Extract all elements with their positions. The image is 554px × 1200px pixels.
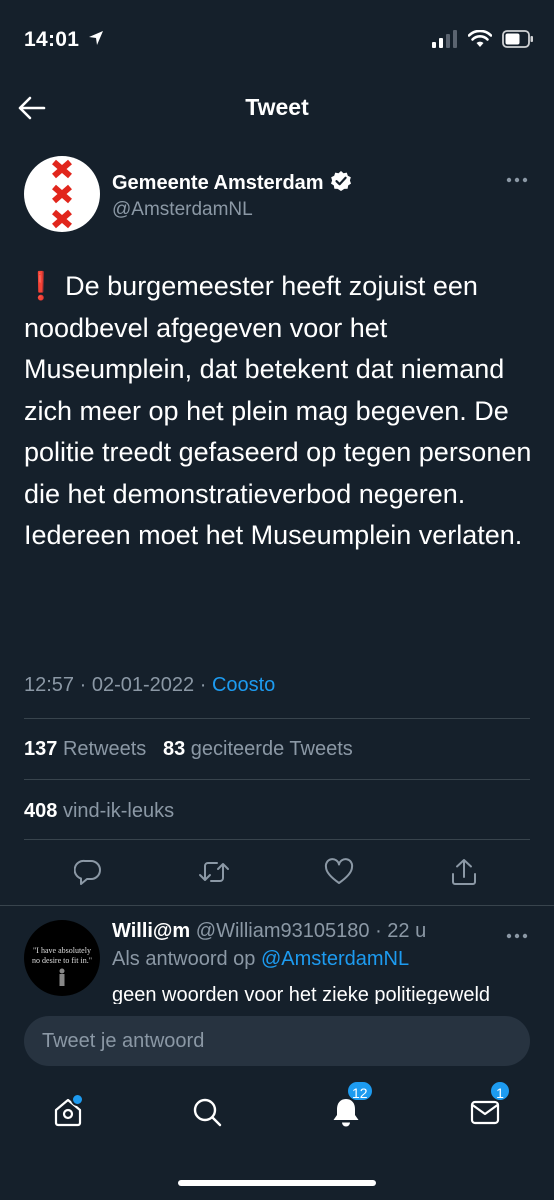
person-silhouette-icon <box>59 968 65 986</box>
amsterdam-crosses-logo <box>52 159 72 229</box>
more-options-button[interactable] <box>506 170 528 188</box>
reply-time-separator: · <box>369 920 388 942</box>
replying-to: Als antwoord op @AmsterdamNL <box>112 948 409 971</box>
meta-separator: · <box>194 674 212 696</box>
page-title: Tweet <box>245 94 309 120</box>
quotes-label: geciteerde Tweets <box>190 738 353 760</box>
reply-composer-input[interactable] <box>24 1016 530 1066</box>
replying-to-prefix: Als antwoord op <box>112 948 256 970</box>
retweets-count: 137 <box>24 738 58 760</box>
reply-header: Willi@m @William93105180 · 22 u <box>112 920 426 943</box>
tab-bar: 12 1 <box>0 1080 554 1140</box>
retweets-link[interactable]: 137 Retweets <box>24 738 146 760</box>
reply-tweet[interactable]: "I have absolutely no desire to fit in."… <box>0 908 554 1004</box>
author-name[interactable]: Gemeente Amsterdam <box>112 172 324 195</box>
likes-count: 408 <box>24 800 58 822</box>
wifi-icon <box>467 29 493 53</box>
tab-messages[interactable]: 1 <box>463 1080 511 1134</box>
home-notification-dot <box>71 1093 84 1106</box>
status-icons <box>432 29 534 53</box>
tweet-actions <box>24 852 530 892</box>
reply-time: 22 u <box>387 920 427 942</box>
search-icon <box>193 1098 222 1127</box>
reply-icon <box>74 859 101 885</box>
tweet-time: 12:57 <box>24 674 75 696</box>
quote-tweets-link[interactable]: 83 geciteerde Tweets <box>163 738 353 760</box>
more-dots-icon <box>506 177 528 183</box>
retweet-icon <box>199 862 229 882</box>
likes-label: vind-ik-leuks <box>62 800 175 822</box>
tab-notifications[interactable]: 12 <box>324 1080 374 1134</box>
like-button[interactable] <box>319 852 359 892</box>
home-indicator <box>178 1180 376 1186</box>
share-icon <box>452 859 476 885</box>
cellular-signal-icon <box>432 30 458 53</box>
tweet-body: De burgemeester heeft zojuist een noodbe… <box>24 271 532 550</box>
meta-separator: · <box>74 674 92 696</box>
divider <box>24 718 530 719</box>
reply-author-handle[interactable]: @William93105180 <box>196 920 370 942</box>
reply-more-options-button[interactable] <box>506 926 528 944</box>
heart-icon <box>324 858 354 884</box>
tweet-source-link[interactable]: Coosto <box>212 674 275 696</box>
avatar[interactable] <box>24 156 100 232</box>
retweet-stats: 137 Retweets 83 geciteerde Tweets <box>24 738 353 761</box>
tweet-author: Gemeente Amsterdam @AmsterdamNL <box>24 156 530 236</box>
messages-badge: 1 <box>489 1080 511 1102</box>
quotes-count: 83 <box>162 738 186 760</box>
exclamation-emoji: ❗ <box>24 271 58 301</box>
notifications-badge: 12 <box>346 1080 374 1102</box>
battery-icon <box>502 30 534 53</box>
status-bar: 14:01 <box>0 0 554 80</box>
retweets-label: Retweets <box>62 738 147 760</box>
status-time: 14:01 <box>24 28 80 51</box>
divider <box>0 905 554 906</box>
more-dots-icon <box>506 933 528 939</box>
location-arrow-icon <box>88 30 104 51</box>
reply-text: geen woorden voor het zieke politiegewel… <box>112 984 491 1004</box>
reply-author-name[interactable]: Willi@m <box>112 920 190 942</box>
divider <box>24 779 530 780</box>
tweet-date: 02-01-2022 <box>91 674 195 696</box>
divider <box>24 839 530 840</box>
verified-badge-icon <box>330 170 352 197</box>
tab-home[interactable] <box>46 1090 90 1134</box>
reply-avatar-caption: "I have absolutely no desire to fit in." <box>32 946 92 965</box>
share-button[interactable] <box>444 852 484 892</box>
reply-button[interactable] <box>68 852 108 892</box>
tweet-text: ❗ De burgemeester heeft zojuist een nood… <box>24 266 534 557</box>
likes-stats: 408 vind-ik-leuks <box>24 800 174 823</box>
author-name-row: Gemeente Amsterdam <box>112 170 352 197</box>
tweet-timestamp: 12:57 · 02-01-2022 · Coosto <box>24 674 275 697</box>
top-bar: Tweet <box>0 80 554 136</box>
likes-link[interactable]: 408 vind-ik-leuks <box>24 800 174 822</box>
author-handle[interactable]: @AmsterdamNL <box>112 199 253 221</box>
bottom-area: 12 1 <box>0 1004 554 1200</box>
tab-search[interactable] <box>185 1090 229 1134</box>
reply-avatar[interactable]: "I have absolutely no desire to fit in." <box>24 920 100 996</box>
replying-to-mention[interactable]: @AmsterdamNL <box>261 948 409 970</box>
retweet-button[interactable] <box>194 852 234 892</box>
